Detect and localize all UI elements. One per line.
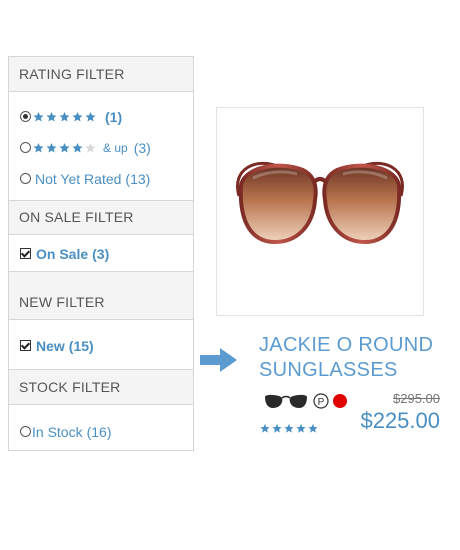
rating-option-5-stars[interactable]: (1) — [9, 101, 193, 132]
star-filled-icon — [59, 142, 70, 152]
rating-option-count: (3) — [133, 139, 151, 156]
red-dot-icon — [333, 394, 347, 408]
rating-option-count: (13) — [125, 170, 151, 187]
star-filled-icon — [308, 423, 318, 433]
sunglasses-image — [236, 161, 404, 245]
new-count: (15) — [68, 337, 94, 354]
star-filled-icon — [46, 111, 57, 121]
radio-unselected[interactable] — [20, 142, 31, 153]
on-sale-option[interactable]: On Sale (3) — [9, 238, 193, 269]
not-yet-rated-label: Not Yet Rated — [35, 170, 122, 187]
five-stars-icon — [32, 111, 97, 123]
old-price: $295.00 — [393, 391, 440, 406]
radio-unselected[interactable] — [20, 426, 31, 437]
svg-text:P: P — [318, 397, 325, 408]
new-filter-header: NEW FILTER — [9, 272, 193, 320]
rating-option-not-rated[interactable]: Not Yet Rated (13) — [9, 163, 193, 194]
radio-unselected[interactable] — [20, 173, 31, 184]
arrow-right-icon — [200, 347, 238, 378]
current-price: $225.00 — [360, 408, 440, 433]
star-filled-icon — [33, 142, 44, 152]
checkbox-checked[interactable] — [20, 248, 31, 259]
radio-selected[interactable] — [20, 111, 31, 122]
star-filled-icon — [260, 423, 270, 433]
on-sale-label: On Sale — [36, 245, 89, 262]
rating-filter-body: (1) & up (3) Not Yet Rated (13) — [9, 92, 193, 201]
star-filled-icon — [272, 423, 282, 433]
star-filled-icon — [296, 423, 306, 433]
product-title[interactable]: JACKIE O ROUND SUNGLASSES — [259, 333, 459, 383]
star-filled-icon — [85, 111, 96, 121]
rating-option-4-stars[interactable]: & up (3) — [9, 132, 193, 163]
product-image[interactable] — [216, 107, 424, 316]
rating-option-count: (1) — [105, 108, 123, 125]
filter-sidebar: RATING FILTER (1) & up (3) Not Yet Rated… — [8, 56, 194, 451]
stock-filter-title: STOCK FILTER — [19, 379, 121, 395]
star-empty-icon — [85, 142, 96, 152]
star-filled-icon — [284, 423, 294, 433]
new-option[interactable]: New (15) — [9, 330, 193, 361]
star-filled-icon — [72, 111, 83, 121]
rating-filter-title: RATING FILTER — [19, 66, 125, 82]
sale-filter-body: On Sale (3) — [9, 235, 193, 272]
in-stock-count: (16) — [86, 423, 112, 440]
product-title-line-2: SUNGLASSES — [259, 359, 398, 381]
star-filled-icon — [72, 142, 83, 152]
stock-filter-body: In Stock (16) — [9, 405, 193, 451]
in-stock-label: In Stock — [32, 423, 83, 440]
sale-filter-title: ON SALE FILTER — [19, 209, 134, 225]
polarized-p-icon: P — [313, 393, 329, 409]
product-title-line-1: JACKIE O ROUND — [259, 334, 434, 356]
star-filled-icon — [33, 111, 44, 121]
on-sale-count: (3) — [92, 245, 110, 262]
rating-filter-header: RATING FILTER — [9, 57, 193, 92]
four-stars-icon — [32, 142, 97, 154]
product-feature-icons: P — [263, 393, 348, 409]
new-label: New — [36, 337, 65, 354]
new-filter-title: NEW FILTER — [19, 294, 105, 310]
star-filled-icon — [46, 142, 57, 152]
sale-filter-header: ON SALE FILTER — [9, 201, 193, 235]
star-filled-icon — [59, 111, 70, 121]
and-up-label: & up — [103, 140, 128, 155]
checkbox-checked[interactable] — [20, 340, 31, 351]
product-rating-stars-icon — [259, 423, 319, 434]
new-filter-body: New (15) — [9, 320, 193, 370]
in-stock-option[interactable]: In Stock (16) — [9, 416, 193, 447]
stock-filter-header: STOCK FILTER — [9, 370, 193, 405]
sunglasses-icon — [265, 394, 307, 408]
